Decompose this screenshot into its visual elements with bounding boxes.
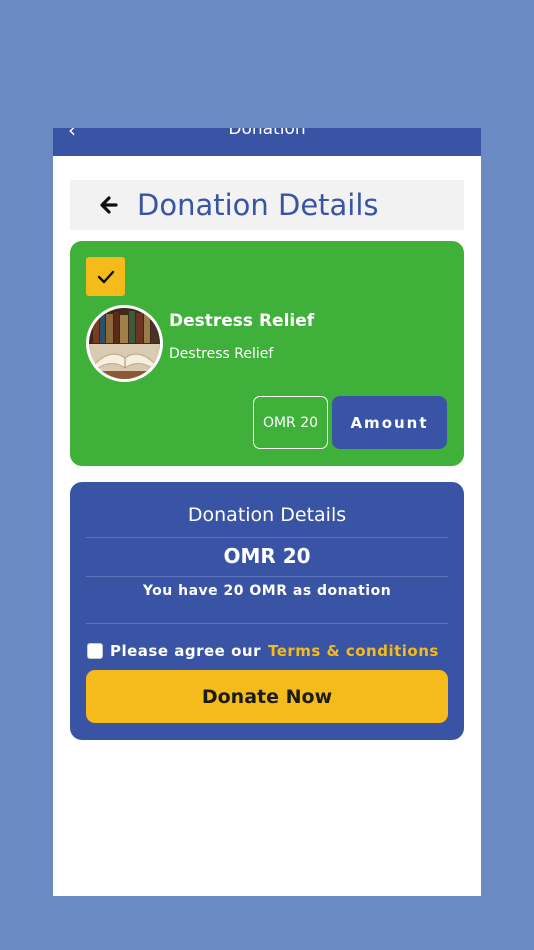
amount-button[interactable]: Amount <box>332 396 447 449</box>
terms-link[interactable]: Terms & conditions <box>268 642 439 660</box>
page-header: Donation Details <box>70 180 464 230</box>
summary-title: Donation Details <box>187 504 347 526</box>
books-image <box>89 308 160 379</box>
agree-label: Please agree our <box>110 642 261 660</box>
terms-agreement: Please agree our Terms & conditions <box>87 642 439 660</box>
divider <box>86 576 448 577</box>
donate-now-button[interactable]: Donate Now <box>86 670 448 723</box>
amount-value-field[interactable]: OMR 20 <box>253 396 328 449</box>
cause-name: Destress Relief <box>169 311 315 331</box>
summary-note: You have 20 OMR as donation <box>142 583 392 599</box>
cause-select-checkbox[interactable] <box>86 257 125 296</box>
arrow-left-icon[interactable] <box>96 191 122 219</box>
donation-summary-card: Donation Details OMR 20 You have 20 OMR … <box>70 482 464 740</box>
divider <box>86 537 448 538</box>
cause-image <box>86 305 163 382</box>
page-title: Donation Details <box>137 188 379 222</box>
cause-subtitle: Destress Relief <box>169 346 274 362</box>
summary-amount: OMR 20 <box>223 544 311 568</box>
check-icon <box>97 270 114 283</box>
app-screen: ‹ Donation Donation Details Destress Rel… <box>53 128 481 896</box>
cause-card[interactable]: Destress Relief Destress Relief OMR 20 A… <box>70 241 464 466</box>
divider <box>86 623 448 624</box>
agree-checkbox[interactable] <box>87 643 103 659</box>
app-bar: ‹ Donation <box>53 128 481 156</box>
app-bar-title: Donation <box>228 128 306 139</box>
